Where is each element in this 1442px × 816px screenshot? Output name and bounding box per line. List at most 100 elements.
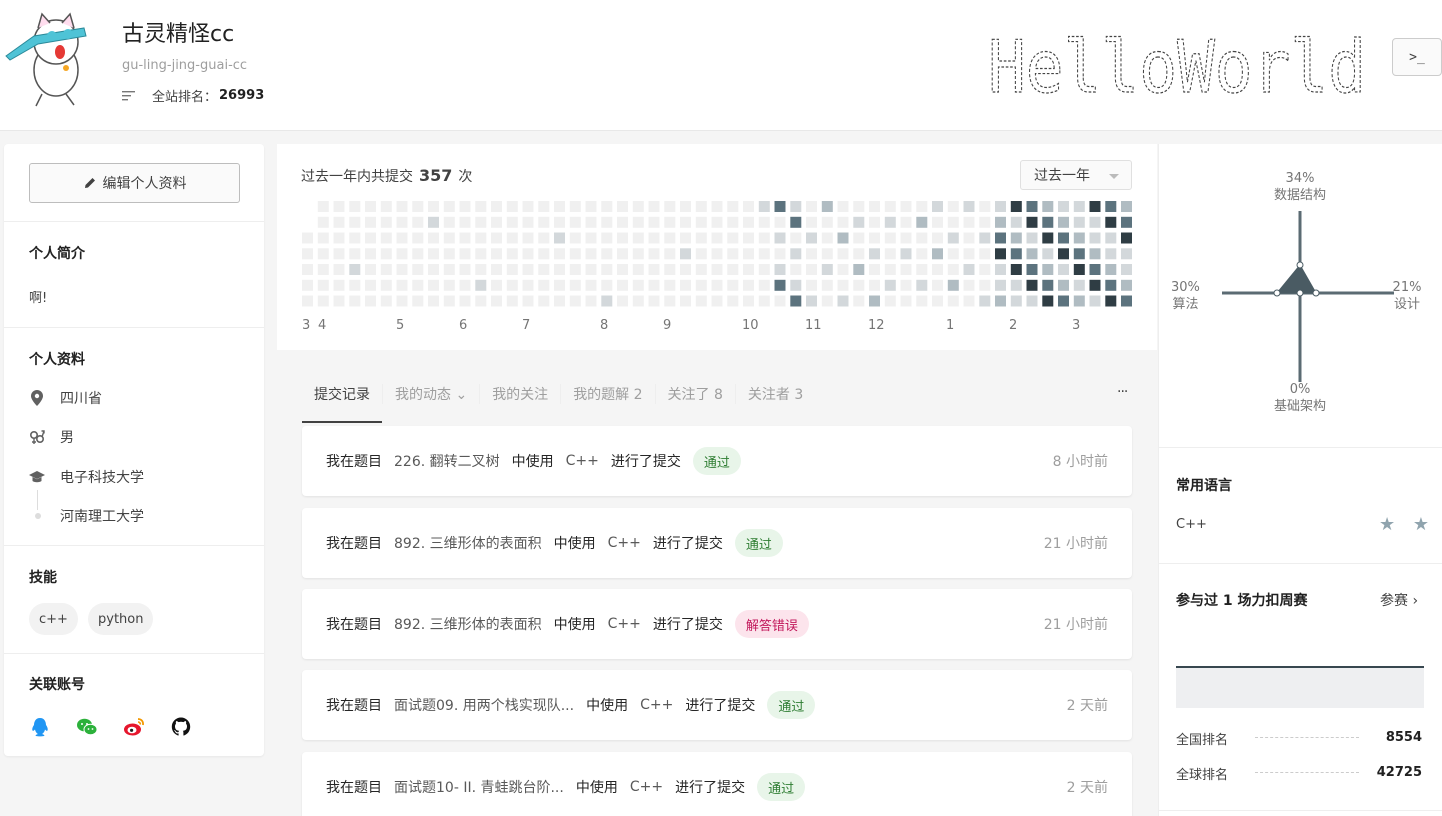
heatmap-cell xyxy=(837,264,849,275)
heatmap-cell xyxy=(317,232,329,244)
heatmap-cell xyxy=(821,248,833,260)
heatmap-cell xyxy=(648,232,660,244)
heatmap-cell xyxy=(1089,295,1101,307)
submission-problem-link[interactable]: 面试题09. 用两个栈实现队... xyxy=(394,695,574,715)
heatmap-cell xyxy=(333,264,345,275)
radar-label-right: 21% 设计 xyxy=(1387,279,1427,313)
heatmap-cell xyxy=(365,201,376,212)
linked-accounts-title: 关联账号 xyxy=(29,677,85,693)
heatmap-cell xyxy=(711,201,723,212)
heatmap-cell xyxy=(601,232,613,244)
radar-point xyxy=(1312,289,1320,297)
heatmap-cell xyxy=(1105,201,1117,212)
languages-title: 常用语言 xyxy=(1176,478,1232,494)
heatmap-cell xyxy=(349,248,361,260)
heatmap-cell xyxy=(758,232,770,244)
status-badge[interactable]: 通过 xyxy=(757,773,806,801)
heatmap-cell xyxy=(506,295,518,307)
heatmap-cell xyxy=(491,201,502,212)
status-badge[interactable]: 通过 xyxy=(767,691,816,719)
heatmap-cell xyxy=(569,248,581,260)
pencil-icon xyxy=(84,178,95,188)
avatar[interactable] xyxy=(4,8,92,108)
status-badge[interactable]: 通过 xyxy=(692,447,741,475)
heatmap-cell xyxy=(869,264,880,275)
heatmap-cell xyxy=(853,201,865,212)
heatmap-cell xyxy=(963,264,975,275)
heatmap-cell xyxy=(585,216,597,228)
submission-action: 进行了提交 xyxy=(675,780,746,796)
tab-my-activity[interactable]: 我的动态 ⌄ xyxy=(382,384,479,404)
heatmap-cell xyxy=(443,279,455,291)
heatmap-cell xyxy=(554,248,565,260)
heatmap-cell xyxy=(396,264,408,275)
heatmap-cell xyxy=(680,216,691,228)
tab-my-solutions[interactable]: 我的题解 2 xyxy=(560,384,654,404)
heatmap-cell xyxy=(648,201,660,212)
tab-following[interactable]: 关注了 8 xyxy=(654,384,735,404)
username: 古灵精怪cc xyxy=(122,22,235,47)
submission-problem-link[interactable]: 892. 三维形体的表面积 xyxy=(394,533,542,553)
heatmap-cell xyxy=(349,264,361,275)
skill-tag[interactable]: c++ xyxy=(29,603,78,635)
wechat-icon[interactable] xyxy=(76,716,98,738)
heatmap-cell xyxy=(743,216,754,228)
submission-card[interactable]: 我在题目 892. 三维形体的表面积 中使用 C++ 进行了提交 解答错误 21… xyxy=(302,589,1132,659)
skill-tag[interactable]: python xyxy=(88,603,154,635)
qq-icon[interactable] xyxy=(29,716,51,738)
edit-profile-button[interactable]: 编辑个人资料 xyxy=(29,163,240,203)
heatmap-cell xyxy=(585,232,597,244)
heatmap-cell xyxy=(853,248,865,260)
submission-problem-link[interactable]: 892. 三维形体的表面积 xyxy=(394,614,542,634)
submission-card[interactable]: 我在题目 892. 三维形体的表面积 中使用 C++ 进行了提交 通过 21 小… xyxy=(302,508,1132,578)
github-icon[interactable] xyxy=(170,716,192,738)
more-menu-icon[interactable]: ··· xyxy=(1117,384,1128,400)
heatmap-cell xyxy=(365,248,376,260)
heatmap-cell xyxy=(995,295,1006,307)
heatmap-cell xyxy=(727,279,739,291)
radar-shape xyxy=(1275,264,1317,294)
year-range-select[interactable]: 过去一年 xyxy=(1020,160,1132,190)
weibo-icon[interactable] xyxy=(123,716,145,738)
heatmap-cell xyxy=(916,279,928,291)
heatmap-cell xyxy=(1010,248,1022,260)
graduation-cap-icon xyxy=(29,471,45,483)
heatmap-cell xyxy=(1010,201,1022,212)
radar-label-top: 34% 数据结构 xyxy=(1260,170,1340,204)
divider xyxy=(4,653,264,654)
heatmap-cell xyxy=(995,201,1006,212)
site-rank: 全站排名： 26993 xyxy=(122,86,264,105)
submission-problem-link[interactable]: 面试题10- II. 青蛙跳台阶... xyxy=(394,777,564,797)
heatmap-cell xyxy=(648,295,660,307)
status-badge[interactable]: 解答错误 xyxy=(734,610,809,638)
heatmap-cell xyxy=(947,295,959,307)
heatmap-cell xyxy=(443,216,455,228)
submission-card[interactable]: 我在题目 面试题10- II. 青蛙跳台阶... 中使用 C++ 进行了提交 通… xyxy=(302,752,1132,816)
month-label: 1 xyxy=(946,318,955,333)
heatmap-cell xyxy=(1105,264,1117,275)
heatmap-cell xyxy=(695,279,707,291)
rank-line xyxy=(1255,737,1359,738)
tab-followers[interactable]: 关注者 3 xyxy=(734,384,815,404)
heatmap-cell xyxy=(428,264,439,275)
heatmap-cell xyxy=(1121,232,1132,244)
month-label: 3 xyxy=(302,318,311,333)
location-pin-icon xyxy=(31,390,43,406)
heatmap-cell xyxy=(790,264,802,275)
heatmap-cell xyxy=(554,264,565,275)
status-badge[interactable]: 通过 xyxy=(734,529,783,557)
heatmap-cell xyxy=(664,248,676,260)
submission-card[interactable]: 我在题目 面试题09. 用两个栈实现队... 中使用 C++ 进行了提交 通过 … xyxy=(302,670,1132,740)
tab-my-following[interactable]: 我的关注 xyxy=(479,384,560,404)
heatmap-cell xyxy=(932,201,943,212)
tab-submissions[interactable]: 提交记录 xyxy=(302,384,382,423)
terminal-button[interactable]: >_ xyxy=(1392,38,1442,76)
contest-link[interactable]: 参赛 › xyxy=(1380,590,1418,610)
submission-card[interactable]: 我在题目 226. 翻转二叉树 中使用 C++ 进行了提交 通过 8 小时前 xyxy=(302,426,1132,496)
submission-problem-link[interactable]: 226. 翻转二叉树 xyxy=(394,451,500,471)
heatmap-cell xyxy=(979,232,991,244)
heatmap-cell xyxy=(648,264,660,275)
submission-action: 进行了提交 xyxy=(610,454,681,470)
heatmap-cell xyxy=(538,264,550,275)
heatmap-cell xyxy=(428,216,439,228)
